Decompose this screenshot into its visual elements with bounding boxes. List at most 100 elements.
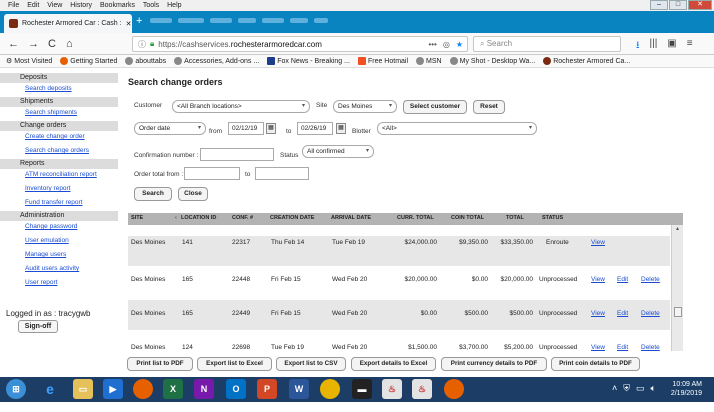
menu-view[interactable]: View (47, 2, 62, 9)
excel-icon[interactable]: X (163, 379, 183, 399)
export-list-csv-button[interactable]: Export list to CSV (276, 357, 346, 371)
word-icon[interactable]: W (289, 379, 309, 399)
bookmark-fox-news[interactable]: Fox News - Breaking ... (267, 57, 350, 65)
order-total-from-input[interactable] (184, 167, 240, 180)
sidebar-link-search-change-orders[interactable]: Search change orders (0, 145, 118, 159)
firefox-running-icon[interactable] (444, 379, 464, 399)
menu-bookmarks[interactable]: Bookmarks (100, 2, 135, 9)
start-button[interactable]: ⊞ (6, 379, 26, 399)
sidebar-link-manage-users[interactable]: Manage users (0, 249, 118, 263)
forward-button[interactable]: → (28, 38, 39, 50)
tab-close-icon[interactable]: ✕ (126, 20, 132, 28)
close-button[interactable]: Close (178, 187, 208, 201)
bookmark-abouttabs[interactable]: abouttabs (125, 57, 166, 65)
column-header-conf[interactable]: CONF. # (232, 215, 253, 221)
scroll-up-icon[interactable]: ▴ (672, 225, 683, 232)
url-bar[interactable]: ⓘ 🔒︎ https://cashservices.rochesterarmor… (132, 36, 468, 52)
explorer-icon[interactable]: ▭ (73, 379, 93, 399)
view-link[interactable]: View (591, 239, 605, 246)
powerpoint-icon[interactable]: P (257, 379, 277, 399)
from-date-input[interactable]: 02/12/19 (228, 122, 264, 135)
bookmark-star-icon[interactable]: ★ (456, 40, 463, 49)
confirmation-number-input[interactable] (200, 148, 274, 161)
to-date-input[interactable]: 02/26/19 (297, 122, 333, 135)
sidebar-icon[interactable]: ▣ (667, 38, 676, 55)
chrome-icon[interactable] (320, 379, 340, 399)
search-button[interactable]: Search (134, 187, 172, 201)
bookmark-accessories[interactable]: Accessories, Add-ons ... (174, 57, 259, 65)
grid-scrollbar[interactable]: ▴ (671, 225, 683, 351)
delete-link[interactable]: Delete (641, 276, 660, 283)
order-total-to-input[interactable] (255, 167, 309, 180)
volume-icon[interactable]: 🔈︎ (651, 383, 656, 394)
status-select[interactable]: All confirmed ▾ (302, 145, 374, 158)
reload-button[interactable]: C (48, 38, 56, 50)
bookmark-free-hotmail[interactable]: Free Hotmail (357, 57, 408, 65)
column-header-total[interactable]: TOTAL (506, 215, 524, 221)
search-input[interactable]: ⌕ Search (473, 36, 621, 52)
edit-link[interactable]: Edit (617, 344, 628, 351)
menu-tools[interactable]: Tools (143, 2, 159, 9)
calendar-icon[interactable]: ▦ (336, 123, 346, 134)
column-header-creation[interactable]: CREATION DATE (270, 215, 314, 221)
bookmark-rochester[interactable]: Rochester Armored Ca... (543, 57, 630, 65)
outlook-icon[interactable]: O (226, 379, 246, 399)
export-details-excel-button[interactable]: Export details to Excel (351, 357, 436, 371)
menu-edit[interactable]: Edit (27, 2, 39, 9)
security-icon[interactable]: ⛨ (623, 383, 630, 394)
back-button[interactable]: ← (8, 38, 19, 50)
blotter-select[interactable]: <All> ▾ (377, 122, 537, 135)
sidebar-link-create-change-order[interactable]: Create change order (0, 131, 118, 145)
column-header-coin-total[interactable]: COIN TOTAL (451, 215, 484, 221)
new-tab-button[interactable]: + (136, 15, 142, 27)
hamburger-menu-icon[interactable]: ≡ (687, 38, 693, 55)
sign-off-button[interactable]: Sign-off (18, 320, 58, 333)
home-button[interactable]: ⌂ (66, 38, 73, 50)
sidebar-link-user-emulation[interactable]: User emulation (0, 235, 118, 249)
bookmark-most-visited[interactable]: ⚙ Most Visited (6, 57, 52, 66)
export-list-excel-button[interactable]: Export list to Excel (197, 357, 272, 371)
menu-history[interactable]: History (70, 2, 92, 9)
firefox-icon[interactable] (133, 379, 153, 399)
column-header-site[interactable]: SITE (131, 215, 143, 221)
chevron-up-icon[interactable]: ˄ (612, 383, 617, 394)
print-currency-details-button[interactable]: Print currency details to PDF (441, 357, 547, 371)
calendar-icon[interactable]: ▦ (266, 123, 276, 134)
column-header-sort[interactable]: ‹ (175, 215, 177, 221)
reset-button[interactable]: Reset (473, 100, 505, 114)
date-type-select[interactable]: Order date ▾ (134, 122, 206, 135)
print-list-pdf-button[interactable]: Print list to PDF (127, 357, 193, 371)
customer-select[interactable]: <All Branch locations> ▾ (172, 100, 310, 113)
bookmark-my-shot[interactable]: My Shot - Desktop Wa... (449, 57, 535, 65)
maximize-button[interactable]: □ (669, 0, 687, 10)
page-actions-icon[interactable]: ••• (428, 40, 436, 49)
ie-icon[interactable]: e (40, 379, 60, 399)
menu-help[interactable]: Help (167, 2, 181, 9)
edit-link[interactable]: Edit (617, 276, 628, 283)
download-icon[interactable]: ⭳ (636, 38, 640, 55)
library-icon[interactable]: ||| (650, 38, 658, 55)
scroll-thumb[interactable] (674, 307, 682, 317)
sidebar-link-inventory-report[interactable]: Inventory report (0, 183, 118, 197)
sidebar-link-audit-users[interactable]: Audit users activity (0, 263, 118, 277)
menu-file[interactable]: File (8, 2, 19, 9)
media-icon[interactable]: ▶ (103, 379, 123, 399)
sidebar-link-change-password[interactable]: Change password (0, 221, 118, 235)
select-customer-button[interactable]: Select customer (403, 100, 467, 114)
column-header-location[interactable]: LOCATION ID (181, 215, 216, 221)
terminal-icon[interactable]: ▬ (352, 379, 372, 399)
view-link[interactable]: View (591, 276, 605, 283)
view-link[interactable]: View (591, 310, 605, 317)
site-select[interactable]: Des Moines ▾ (333, 100, 397, 113)
bookmark-msn[interactable]: MSN (416, 57, 442, 65)
pocket-icon[interactable]: ◎ (443, 40, 450, 49)
window-close-button[interactable]: ✕ (688, 0, 712, 10)
bookmark-getting-started[interactable]: Getting Started (60, 57, 117, 65)
edit-link[interactable]: Edit (617, 310, 628, 317)
print-coin-details-button[interactable]: Print coin details to PDF (551, 357, 640, 371)
minimize-button[interactable]: – (650, 0, 668, 10)
network-icon[interactable]: ▭ (636, 383, 645, 394)
column-header-status[interactable]: STATUS (542, 215, 563, 221)
onenote-icon[interactable]: N (194, 379, 214, 399)
column-header-arrival[interactable]: ARRIVAL DATE (331, 215, 371, 221)
